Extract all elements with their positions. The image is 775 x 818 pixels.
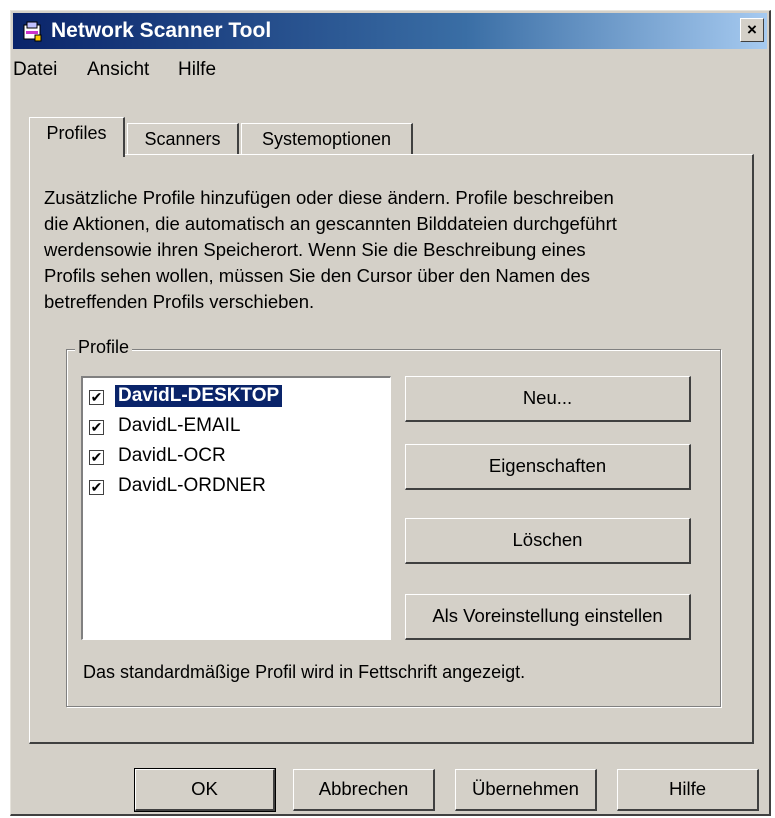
profile-name: DavidL-ORDNER [118,475,266,496]
description-line: betreffenden Profils verschieben. [44,291,315,312]
window-title: Network Scanner Tool [51,19,272,42]
profile-checkbox[interactable]: ✔ [89,450,104,465]
close-button[interactable]: × [740,18,764,42]
profile-group-label: Profile [75,337,133,358]
cancel-button[interactable]: Abbrechen [293,769,435,811]
tab-systemoptionen[interactable]: Systemoptionen [241,123,413,155]
profile-groupbox: Profile ✔ DavidL-DESKTOP ✔ DavidL-EMAIL … [66,337,721,707]
dialog-window: Network Scanner Tool × Datei Ansicht Hil… [10,10,771,816]
ok-button[interactable]: OK [134,768,276,812]
default-profile-hint: Das standardmäßige Profil wird in Fettsc… [83,662,526,682]
profile-properties-button[interactable]: Eigenschaften [405,444,691,490]
description-line: die Aktionen, die automatisch an gescann… [44,213,617,234]
title-bar[interactable]: Network Scanner Tool × [13,13,767,49]
description-line: Profils sehen wollen, müssen Sie den Cur… [44,265,591,286]
menu-datei[interactable]: Datei [13,59,57,81]
help-button[interactable]: Hilfe [617,769,759,811]
profile-name: DavidL-OCR [118,445,226,466]
menu-hilfe[interactable]: Hilfe [178,59,216,81]
profile-listbox[interactable]: ✔ DavidL-DESKTOP ✔ DavidL-EMAIL ✔ DavidL… [81,376,391,640]
set-default-button[interactable]: Als Voreinstellung einstellen [405,594,691,640]
profile-checkbox[interactable]: ✔ [89,480,104,495]
tab-profiles-label: Profiles [46,123,107,143]
close-icon: × [747,20,757,39]
description-line: werdensowie ihren Speicherort. Wenn Sie … [44,239,586,260]
description-line: Zusätzliche Profile hinzufügen oder dies… [44,187,614,208]
tab-scanners[interactable]: Scanners [127,123,239,155]
tab-systemoptionen-label: Systemoptionen [261,129,392,149]
apply-button[interactable]: Übernehmen [455,769,597,811]
profiles-tab-panel: Zusätzliche Profile hinzufügen oder dies… [29,154,754,744]
delete-profile-button[interactable]: Löschen [405,518,691,564]
profile-name: DavidL-DESKTOP [115,385,283,407]
menu-ansicht[interactable]: Ansicht [87,59,149,81]
profile-checkbox[interactable]: ✔ [89,420,104,435]
profile-checkbox[interactable]: ✔ [89,390,104,405]
profile-name: DavidL-EMAIL [118,415,241,436]
new-profile-button[interactable]: Neu... [405,376,691,422]
profiles-description: Zusätzliche Profile hinzufügen oder dies… [44,185,734,315]
tab-profiles[interactable]: Profiles [29,117,125,157]
tab-scanners-label: Scanners [144,129,221,149]
scanner-app-icon [21,19,45,43]
